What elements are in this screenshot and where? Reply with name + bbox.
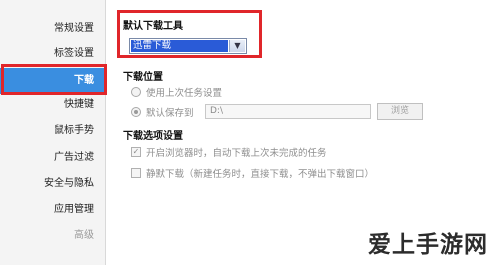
download-tool-selected: 迅雷下载 (131, 40, 228, 52)
radio-last-task[interactable]: 使用上次任务设置 (131, 85, 222, 99)
sidebar-item-app-management[interactable]: 应用管理 (0, 197, 106, 223)
checkbox-silent-label: 静默下载（新建任务时，直接下载，不弹出下载窗口） (146, 169, 375, 180)
radio-default-save[interactable]: 默认保存到 (131, 105, 194, 119)
radio-last-task-label: 使用上次任务设置 (146, 88, 223, 99)
sidebar-item-general[interactable]: 常规设置 (0, 16, 106, 42)
chevron-down-icon[interactable]: ▼ (229, 40, 245, 52)
download-options-title: 下载选项设置 (123, 131, 183, 142)
default-tool-title: 默认下载工具 (123, 21, 183, 32)
radio-default-save-label: 默认保存到 (146, 108, 194, 119)
radio-icon[interactable] (131, 87, 141, 97)
save-path-input[interactable]: D:\ (205, 104, 371, 119)
browse-button[interactable]: 浏览 (377, 103, 423, 120)
radio-checked-icon[interactable] (131, 107, 141, 117)
checkbox-unchecked-icon[interactable] (131, 168, 141, 178)
checkbox-silent-row[interactable]: 静默下载（新建任务时，直接下载，不弹出下载窗口） (131, 166, 374, 180)
sidebar-item-ad-filter[interactable]: 广告过滤 (0, 145, 106, 171)
sidebar-item-shortcuts[interactable]: 快捷键 (0, 92, 106, 118)
checkbox-resume-label: 开启浏览器时，自动下载上次未完成的任务 (146, 148, 327, 159)
watermark-logo: 爱上手游网 (368, 232, 488, 258)
sidebar-item-mouse-gestures[interactable]: 鼠标手势 (0, 118, 106, 144)
sidebar-item-tabs[interactable]: 标签设置 (0, 41, 106, 67)
sidebar-item-download[interactable]: 下载 (0, 68, 106, 94)
sidebar-item-security-privacy[interactable]: 安全与隐私 (0, 171, 106, 197)
checkbox-resume-row[interactable]: ✓ 开启浏览器时，自动下载上次未完成的任务 (131, 145, 327, 159)
settings-sidebar: 常规设置 标签设置 下载 快捷键 鼠标手势 广告过滤 安全与隐私 应用管理 高级 (0, 0, 106, 265)
download-location-title: 下载位置 (123, 72, 163, 83)
sidebar-item-advanced[interactable]: 高级 (0, 223, 106, 249)
download-tool-select[interactable]: 迅雷下载 ▼ (129, 38, 247, 54)
checkbox-checked-icon[interactable]: ✓ (131, 147, 141, 157)
